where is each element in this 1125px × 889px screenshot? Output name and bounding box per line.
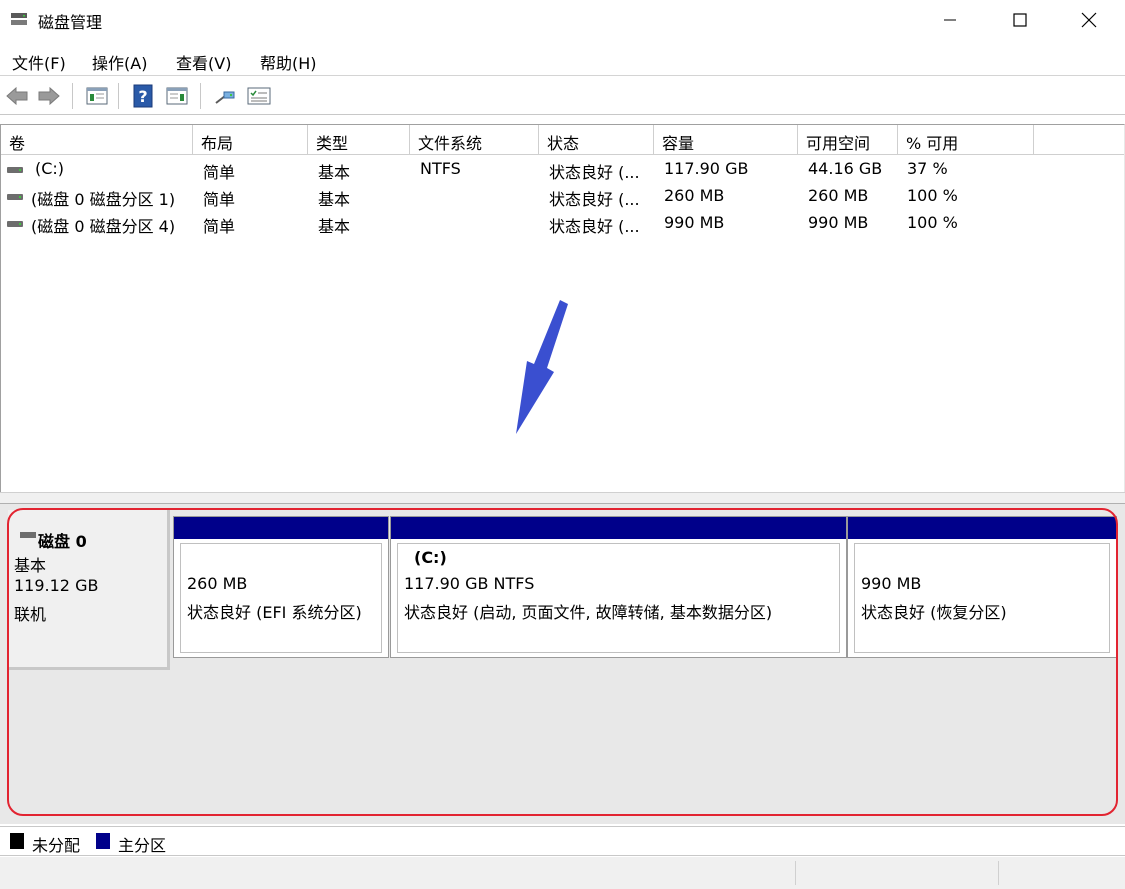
svg-text:?: ?: [138, 87, 147, 106]
legend-label-primary: 主分区: [118, 836, 167, 855]
legend-label-unallocated: 未分配: [32, 836, 81, 855]
close-icon: [1081, 12, 1097, 28]
cell-type: 基本: [318, 163, 351, 182]
disk-name: 磁盘 0: [38, 532, 87, 551]
disk-size: 119.12 GB: [14, 576, 99, 595]
cell-status: 状态良好 (...: [549, 163, 640, 182]
properties-button[interactable]: [246, 83, 272, 109]
connect-button[interactable]: [212, 83, 238, 109]
cell-percent-free: 37 %: [907, 159, 948, 178]
partition-c[interactable]: (C:) 117.90 GB NTFS 状态良好 (启动, 页面文件, 故障转储…: [390, 516, 847, 658]
column-header-free-space[interactable]: 可用空间: [798, 125, 898, 155]
close-button[interactable]: [1066, 0, 1112, 40]
cell-status: 状态良好 (...: [549, 217, 640, 236]
column-header-volume[interactable]: 卷: [1, 125, 193, 155]
window-title: 磁盘管理: [38, 13, 103, 32]
minimize-icon: [944, 19, 956, 21]
column-header-capacity[interactable]: 容量: [654, 125, 798, 155]
volume-icon: [7, 194, 23, 200]
legend: 未分配 主分区: [0, 826, 1125, 856]
column-header-filesystem[interactable]: 文件系统: [410, 125, 539, 155]
console-tree-button[interactable]: [84, 83, 110, 109]
maximize-button[interactable]: [997, 0, 1043, 40]
partition-status: 状态良好 (启动, 页面文件, 故障转储, 基本数据分区): [404, 603, 773, 622]
connect-icon: [215, 91, 235, 104]
partition-status: 状态良好 (EFI 系统分区): [187, 603, 362, 622]
forward-icon: [38, 86, 60, 106]
volume-list: 卷 布局 类型 文件系统 状态 容量 可用空间 % 可用 (C:) 简单 基本 …: [0, 124, 1125, 492]
minimize-button[interactable]: [927, 0, 973, 40]
help-button[interactable]: ?: [130, 83, 156, 109]
column-header-layout[interactable]: 布局: [193, 125, 308, 155]
menu-bar: 文件(F) 操作(A) 查看(V) 帮助(H): [0, 40, 1125, 76]
cell-layout: 简单: [203, 217, 236, 236]
disk-icon: [20, 532, 36, 538]
partition-header: [391, 517, 846, 539]
back-button[interactable]: [4, 83, 30, 109]
column-header-status[interactable]: 状态: [539, 125, 654, 155]
disk-graphical-view: 磁盘 0 基本 119.12 GB 联机 260 MB 状态良好 (EFI 系统…: [0, 504, 1125, 824]
volume-icon: [7, 167, 23, 173]
back-icon: [6, 86, 28, 106]
partition-label: (C:): [414, 548, 447, 567]
disk-status: 联机: [14, 605, 47, 624]
disk-info-panel[interactable]: 磁盘 0 基本 119.12 GB 联机: [8, 510, 170, 670]
partition-body: 260 MB 状态良好 (EFI 系统分区): [180, 543, 382, 653]
column-header-empty: [1034, 125, 1124, 155]
cell-capacity: 260 MB: [664, 186, 725, 205]
help-icon: ?: [133, 84, 153, 108]
disk-type: 基本: [14, 556, 47, 575]
action-pane-button[interactable]: [164, 83, 190, 109]
partition-body: (C:) 117.90 GB NTFS 状态良好 (启动, 页面文件, 故障转储…: [397, 543, 840, 653]
cell-free-space: 260 MB: [808, 186, 869, 205]
pane-splitter[interactable]: [0, 492, 1125, 504]
cell-free-space: 44.16 GB: [808, 159, 883, 178]
partition-status: 状态良好 (恢复分区): [861, 603, 1007, 622]
partition-size: 990 MB: [861, 574, 922, 593]
toolbar: ?: [0, 77, 1125, 115]
partition-efi[interactable]: 260 MB 状态良好 (EFI 系统分区): [173, 516, 389, 658]
cell-layout: 简单: [203, 190, 236, 209]
partition-recovery[interactable]: 990 MB 状态良好 (恢复分区): [847, 516, 1117, 658]
partition-body: 990 MB 状态良好 (恢复分区): [854, 543, 1110, 653]
partition-size: 260 MB: [187, 574, 248, 593]
legend-swatch-unallocated: [10, 833, 24, 849]
cell-capacity: 990 MB: [664, 213, 725, 232]
cell-volume: (C:): [35, 159, 65, 178]
cell-layout: 简单: [203, 163, 236, 182]
disk-management-icon: [11, 13, 27, 25]
column-header-type[interactable]: 类型: [308, 125, 410, 155]
menu-file[interactable]: 文件(F): [12, 50, 66, 74]
menu-help[interactable]: 帮助(H): [260, 50, 317, 74]
cell-volume: (磁盘 0 磁盘分区 4): [31, 217, 176, 236]
legend-swatch-primary: [96, 833, 110, 849]
maximize-icon: [1013, 13, 1027, 27]
action-pane-icon: [166, 87, 188, 105]
menu-action[interactable]: 操作(A): [92, 50, 147, 74]
cell-filesystem: NTFS: [420, 159, 461, 178]
menu-view[interactable]: 查看(V): [176, 50, 231, 74]
column-header-percent-free[interactable]: % 可用: [898, 125, 1034, 155]
cell-status: 状态良好 (...: [549, 190, 640, 209]
cell-type: 基本: [318, 190, 351, 209]
cell-type: 基本: [318, 217, 351, 236]
partition-header: [174, 517, 388, 539]
console-tree-icon: [86, 87, 108, 105]
cell-free-space: 990 MB: [808, 213, 869, 232]
status-bar: [0, 857, 1125, 889]
cell-capacity: 117.90 GB: [664, 159, 749, 178]
volume-icon: [7, 221, 23, 227]
properties-icon: [247, 87, 271, 105]
cell-percent-free: 100 %: [907, 186, 958, 205]
title-bar: 磁盘管理: [0, 0, 1125, 40]
cell-volume: (磁盘 0 磁盘分区 1): [31, 190, 176, 209]
forward-button[interactable]: [36, 83, 62, 109]
partition-header: [848, 517, 1116, 539]
partition-size: 117.90 GB NTFS: [404, 574, 535, 593]
cell-percent-free: 100 %: [907, 213, 958, 232]
